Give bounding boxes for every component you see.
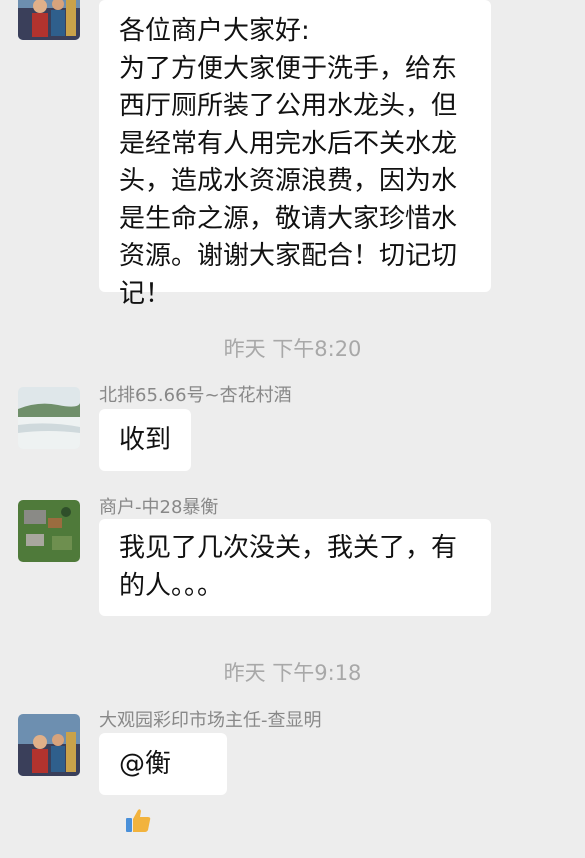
sender-name: 大观园彩印市场主任-查显明 <box>99 710 322 731</box>
message-line: 各位商户大家好: <box>119 16 310 46</box>
message-line: 头，造成水资源浪费，因为水 <box>119 166 458 196</box>
timestamp: 昨天 下午9:18 <box>223 661 362 685</box>
avatar-merchant[interactable] <box>18 500 80 562</box>
message-line: 西厅厕所装了公用水龙头，但 <box>119 91 458 121</box>
avatar-manager[interactable] <box>18 0 80 40</box>
painting-avatar-icon <box>18 714 80 776</box>
message-text: @衡 <box>119 749 172 779</box>
message-line: 的人。。。 <box>119 570 224 601</box>
message-line: 是经常有人用完水后不关水龙 <box>119 128 458 159</box>
sender-name: 北排65.66号~杏花村酒 <box>99 385 292 406</box>
message-bubble-2[interactable]: 收到 <box>99 409 192 471</box>
game-avatar-icon <box>18 500 80 562</box>
landscape-avatar-icon <box>18 387 80 449</box>
timestamp: 昨天 下午8:20 <box>223 337 362 361</box>
avatar-market-director[interactable] <box>18 714 80 776</box>
message-line: 记！ <box>119 278 172 309</box>
message-line: 我见了几次没关，我关了，有 <box>119 533 458 563</box>
message-line: 为了方便大家便于洗手，给东 <box>119 53 458 84</box>
painting-avatar-icon <box>18 0 80 40</box>
sender-name: 商户-中28暴衡 <box>99 497 219 518</box>
message-bubble-3[interactable]: 我见了几次没关，我关了，有 的人。。。 <box>99 519 491 616</box>
message-line: 资源。谢谢大家配合！切记切 <box>119 241 458 271</box>
message-bubble-4[interactable]: @衡 <box>99 733 227 832</box>
message-text: 收到 <box>119 425 172 455</box>
thumbs-up-icon <box>123 796 153 858</box>
message-line: 是生命之源，敬请大家珍惜水 <box>119 203 458 234</box>
avatar-wine-shop[interactable] <box>18 387 80 449</box>
message-bubble-1[interactable]: 各位商户大家好: 为了方便大家便于洗手，给东 西厅厕所装了公用水龙头，但 是经常… <box>99 0 491 309</box>
